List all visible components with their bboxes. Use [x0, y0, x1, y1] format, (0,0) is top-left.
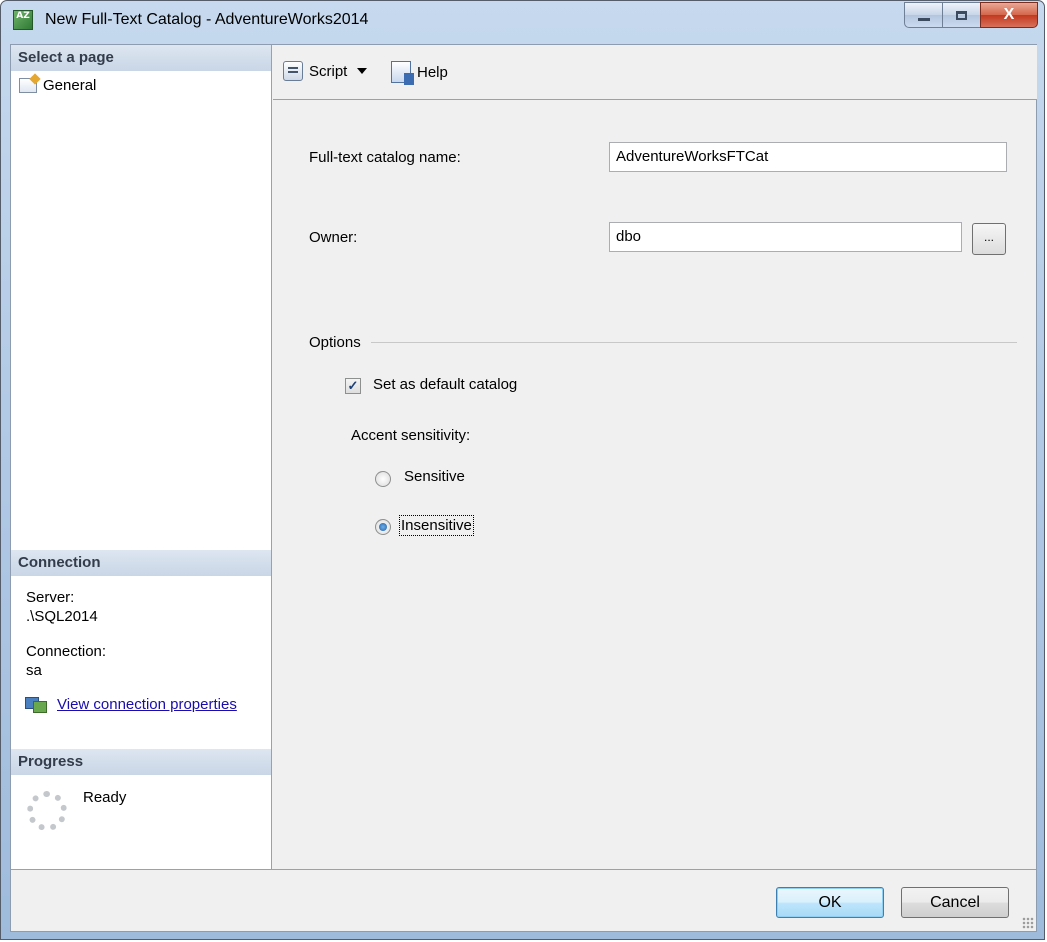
connection-label: Connection: — [26, 643, 107, 660]
view-connection-properties-link[interactable]: View connection properties — [57, 696, 237, 713]
sensitive-label[interactable]: Sensitive — [404, 468, 465, 485]
script-icon — [283, 61, 303, 81]
options-divider — [371, 342, 1017, 343]
progress-spinner-icon — [27, 791, 67, 831]
maximize-button[interactable] — [942, 2, 980, 28]
close-icon: X — [1003, 6, 1015, 23]
catalog-app-icon: AZ — [13, 10, 33, 30]
general-page-form: Full-text catalog name: AdventureWorksFT… — [273, 101, 1037, 869]
toolbar: Script Help — [273, 45, 1037, 100]
sidebar-item-label: General — [43, 77, 97, 94]
minimize-button[interactable] — [904, 2, 942, 28]
insensitive-radio[interactable] — [375, 519, 391, 535]
view-connection-properties-row[interactable]: View connection properties — [25, 695, 237, 713]
page-settings-icon — [19, 78, 37, 93]
ok-button[interactable]: OK — [776, 887, 884, 918]
catalog-name-label: Full-text catalog name: — [309, 149, 461, 166]
progress-header: Progress — [11, 749, 271, 775]
server-value: .\SQL2014 — [26, 608, 98, 625]
insensitive-label[interactable]: Insensitive — [399, 515, 474, 536]
connection-header: Connection — [11, 550, 271, 576]
script-label: Script — [309, 62, 348, 80]
owner-input[interactable]: dbo — [609, 222, 962, 252]
connection-value: sa — [26, 662, 42, 679]
close-button[interactable]: X — [980, 2, 1038, 28]
minimize-icon — [917, 17, 930, 21]
accent-sensitivity-label: Accent sensitivity: — [351, 427, 471, 444]
options-group-label: Options — [309, 334, 361, 351]
select-page-header: Select a page — [11, 45, 271, 71]
dialog-footer: OK Cancel — [11, 869, 1036, 931]
dialog-window: AZ New Full-Text Catalog - AdventureWork… — [0, 0, 1045, 940]
maximize-icon — [956, 10, 967, 20]
script-button[interactable]: Script — [283, 61, 368, 81]
default-catalog-label[interactable]: Set as default catalog — [373, 376, 517, 393]
cancel-button[interactable]: Cancel — [901, 887, 1009, 918]
window-controls: X — [904, 2, 1038, 28]
title-bar: AZ New Full-Text Catalog - AdventureWork… — [1, 1, 1044, 41]
browse-owner-button[interactable]: ... — [972, 223, 1006, 255]
dialog-client-area: Select a page General Connection Server:… — [10, 44, 1037, 932]
resize-grip-icon[interactable] — [1022, 917, 1034, 929]
help-icon — [391, 61, 414, 85]
connection-properties-icon — [25, 695, 47, 713]
help-label: Help — [417, 63, 448, 81]
sidebar-item-general[interactable]: General — [19, 77, 96, 94]
help-button[interactable]: Help — [391, 61, 448, 85]
chevron-down-icon[interactable] — [357, 68, 368, 74]
owner-label: Owner: — [309, 229, 358, 246]
server-label: Server: — [26, 589, 75, 606]
page-selector-panel: Select a page General Connection Server:… — [11, 45, 272, 869]
progress-status: Ready — [83, 789, 127, 806]
window-title: New Full-Text Catalog - AdventureWorks20… — [45, 11, 369, 28]
default-catalog-checkbox[interactable]: ✓ — [345, 378, 361, 394]
sensitive-radio[interactable] — [375, 471, 391, 487]
catalog-name-input[interactable]: AdventureWorksFTCat — [609, 142, 1007, 172]
